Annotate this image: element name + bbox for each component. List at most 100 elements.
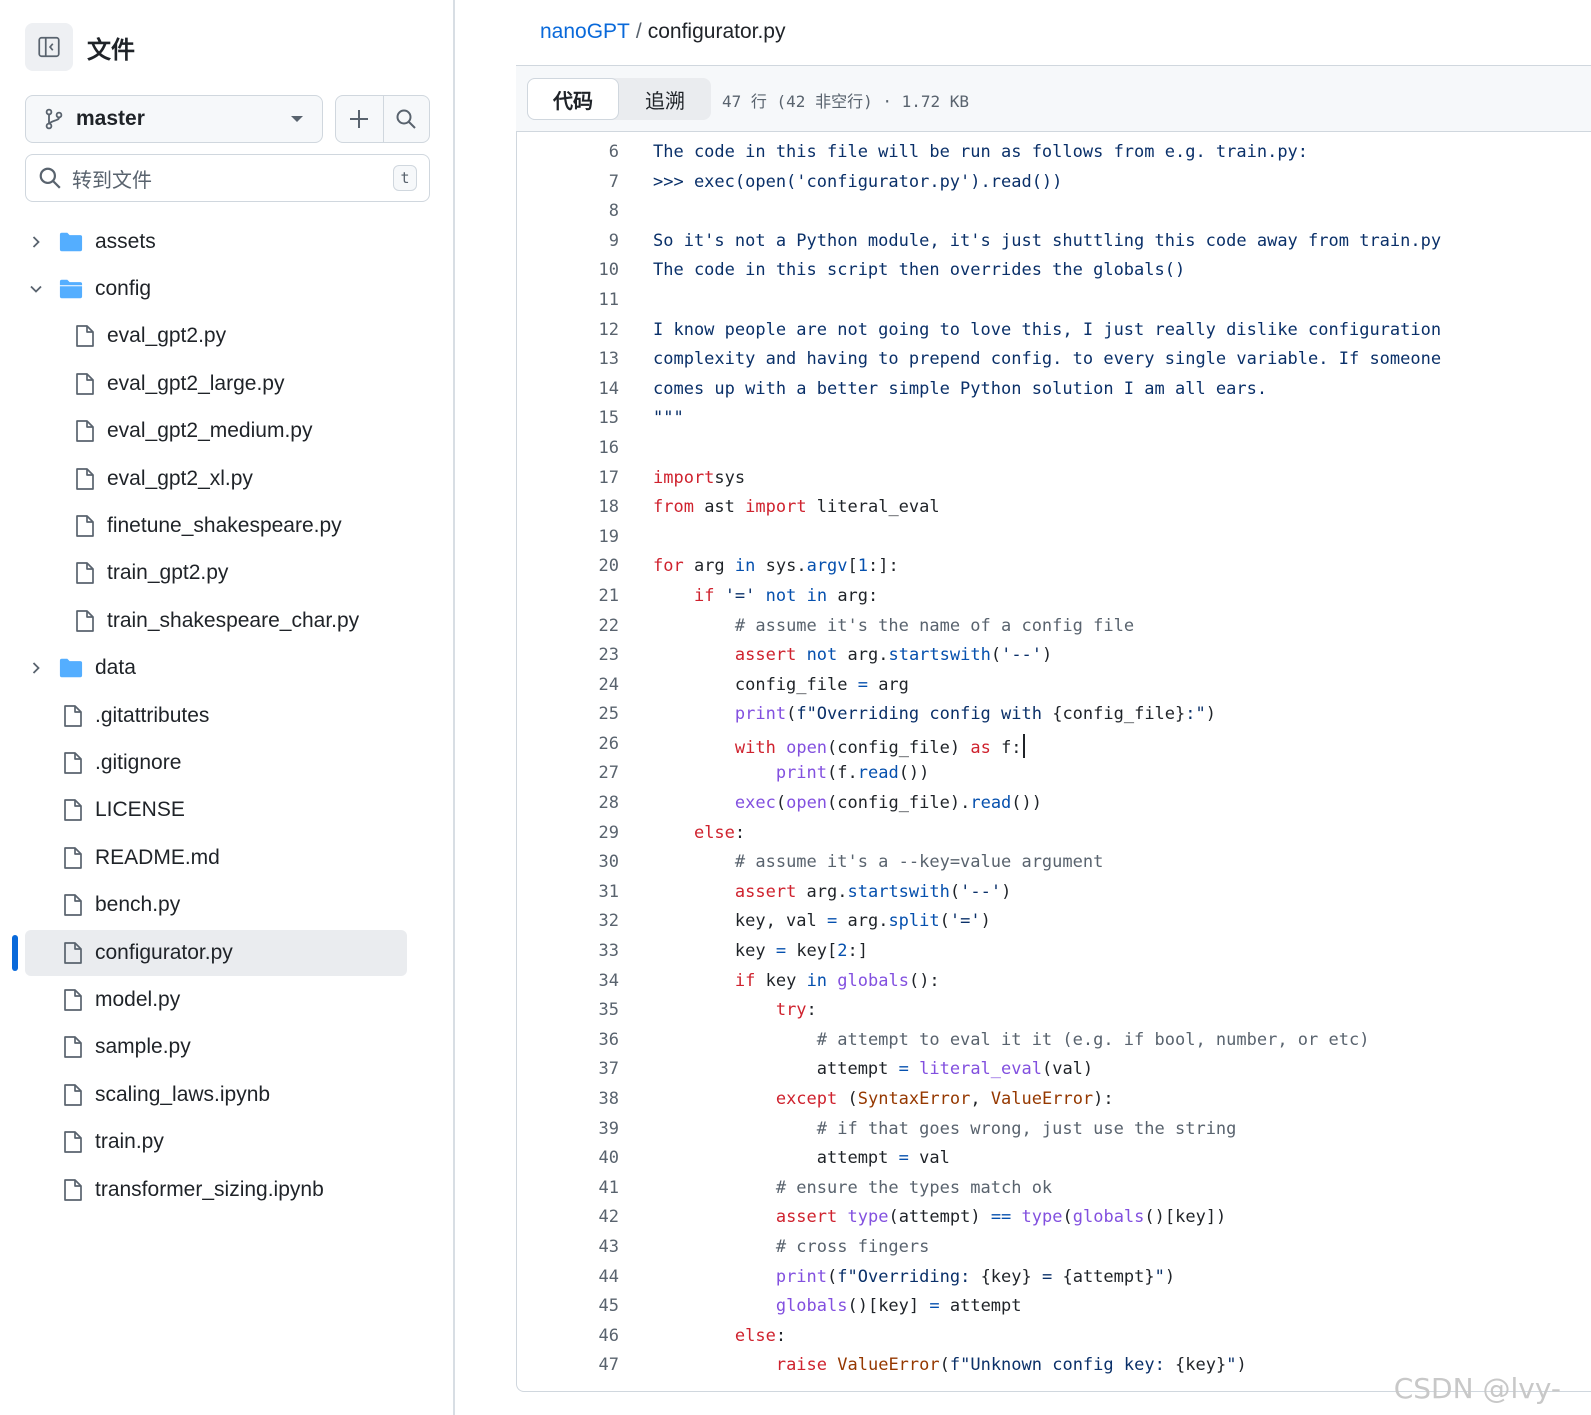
chevron-down-icon [291,116,303,122]
file-icon [61,798,85,822]
line-number[interactable]: 39 [599,1119,619,1139]
code-token: arg. [796,881,848,902]
tree-file[interactable]: bench.py [0,881,453,928]
line-number[interactable]: 7 [609,172,619,192]
line-number[interactable]: 34 [599,971,619,991]
line-number[interactable]: 12 [599,320,619,340]
line-number[interactable]: 32 [599,911,619,931]
line-number[interactable]: 27 [599,763,619,783]
code-token: '=' [949,911,981,932]
tree-folder[interactable]: data [0,645,453,692]
line-number[interactable]: 26 [599,734,619,754]
code-token: (attempt) [888,1207,991,1228]
line-number[interactable]: 28 [599,793,619,813]
line-number[interactable]: 30 [599,852,619,872]
tree-file[interactable]: finetune_shakespeare.py [0,502,453,549]
file-meta: 47 行 (42 非空行) · 1.72 KB [722,92,970,111]
code-line: 42 assert type(attempt) == type(globals(… [516,1203,1591,1233]
line-number[interactable]: 44 [599,1267,619,1287]
tab-code[interactable]: 代码 [527,78,619,120]
collapse-sidebar-button[interactable] [25,23,73,71]
line-number[interactable]: 35 [599,1000,619,1020]
line-number[interactable]: 20 [599,556,619,576]
tree-file[interactable]: eval_gpt2_medium.py [0,408,453,455]
branch-selector[interactable]: master [25,95,323,143]
line-number[interactable]: 33 [599,941,619,961]
code-token: (config_file) [827,737,971,758]
chevron-down-icon[interactable] [26,279,46,299]
tree-file[interactable]: eval_gpt2.py [0,313,453,360]
line-number[interactable]: 13 [599,349,619,369]
line-number[interactable]: 16 [599,438,619,458]
tree-file[interactable]: train.py [0,1118,453,1165]
line-number[interactable]: 47 [599,1355,619,1375]
line-number[interactable]: 24 [599,675,619,695]
line-number[interactable]: 14 [599,379,619,399]
code-token: globals [837,970,909,991]
line-number[interactable]: 37 [599,1059,619,1079]
line-number[interactable]: 22 [599,616,619,636]
tree-file[interactable]: LICENSE [0,787,453,834]
line-content: The code in this script then overrides t… [653,260,1185,280]
tree-file[interactable]: sample.py [0,1024,453,1071]
tree-file[interactable]: transformer_sizing.ipynb [0,1166,453,1213]
sidebar-actions [335,95,430,143]
line-number[interactable]: 8 [609,201,619,221]
line-number[interactable]: 38 [599,1089,619,1109]
line-number[interactable]: 45 [599,1296,619,1316]
line-number[interactable]: 15 [599,408,619,428]
tree-item-label: eval_gpt2.py [107,324,227,348]
line-number[interactable]: 23 [599,645,619,665]
code-token: key, val [653,911,827,932]
line-number[interactable]: 41 [599,1178,619,1198]
line-number[interactable]: 6 [609,142,619,162]
code-token: type [1021,1207,1063,1228]
add-file-button[interactable] [336,96,383,142]
chevron-right-icon[interactable] [26,658,46,678]
code-token: {key} [980,1266,1032,1287]
tab-blame[interactable]: 追溯 [619,78,711,120]
tree-folder[interactable]: config [0,265,453,312]
tree-file[interactable]: eval_gpt2_large.py [0,360,453,407]
line-number[interactable]: 43 [599,1237,619,1257]
line-number[interactable]: 10 [599,260,619,280]
tree-item-label: eval_gpt2_medium.py [107,419,313,443]
line-number[interactable]: 11 [599,290,619,310]
line-content: else: [653,823,745,843]
tree-file[interactable]: scaling_laws.ipynb [0,1071,453,1118]
tree-file[interactable]: model.py [0,976,453,1023]
tree-file[interactable]: README.md [0,834,453,881]
go-to-file-input[interactable]: 转到文件 t [25,154,430,202]
code-token: ) [1236,1355,1247,1376]
tree-folder[interactable]: assets [0,218,453,265]
line-number[interactable]: 42 [599,1207,619,1227]
tree-file[interactable]: .gitattributes [0,692,453,739]
line-number[interactable]: 46 [599,1326,619,1346]
breadcrumb-repo-link[interactable]: nanoGPT [540,20,630,43]
line-number[interactable]: 18 [599,497,619,517]
line-number[interactable]: 25 [599,704,619,724]
chevron-right-icon[interactable] [26,232,46,252]
file-glyph [64,704,82,727]
line-number[interactable]: 29 [599,823,619,843]
line-number[interactable]: 17 [599,468,619,488]
tree-file[interactable]: configurator.py [0,929,453,976]
line-number[interactable]: 9 [609,231,619,251]
tree-file[interactable]: train_gpt2.py [0,550,453,597]
line-number[interactable]: 19 [599,527,619,547]
line-number[interactable]: 40 [599,1148,619,1168]
tree-file[interactable]: .gitignore [0,739,453,786]
tree-file[interactable]: train_shakespeare_char.py [0,597,453,644]
file-icon [73,467,97,491]
code-view[interactable]: 6 The code in this file will be run as fo… [516,138,1591,1381]
line-number[interactable]: 36 [599,1030,619,1050]
search-code-button[interactable] [382,96,430,142]
line-number[interactable]: 31 [599,882,619,902]
code-token: globals [1072,1207,1145,1228]
line-number[interactable]: 21 [599,586,619,606]
tree-file[interactable]: eval_gpt2_xl.py [0,455,453,502]
line-content: assert not arg.startswith('--') [653,645,1052,665]
